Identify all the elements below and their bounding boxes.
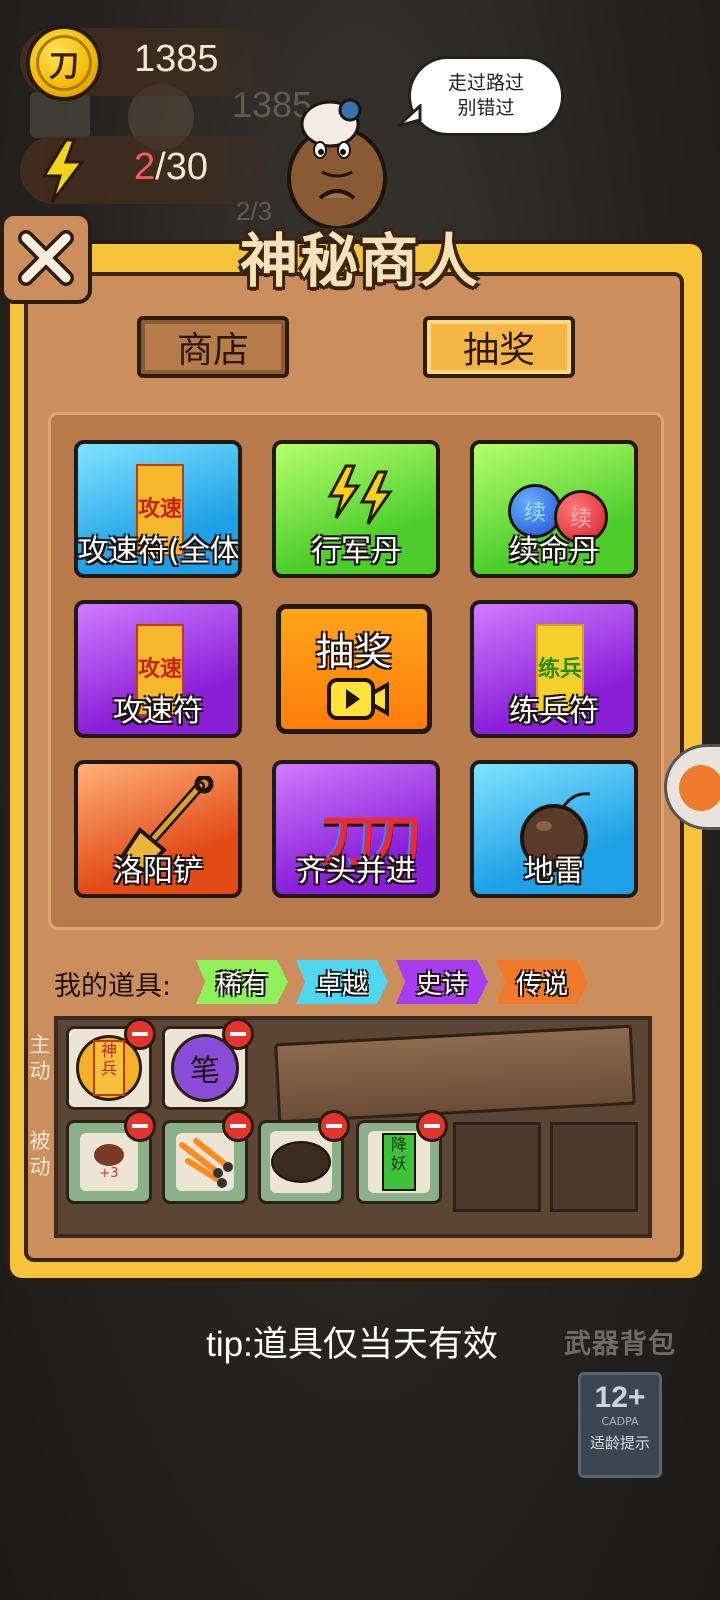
rock-icon [270,1131,332,1193]
energy-current: 2 [134,146,156,188]
age-hint: 适龄提示 [589,1434,650,1452]
remove-active-item-2-button[interactable] [222,1018,254,1050]
remove-passive-item-2-button[interactable] [222,1110,254,1142]
item-card-landmine[interactable]: 地雷 [470,760,638,898]
item-label: 行军丹 [311,534,401,569]
empty-slot [453,1122,541,1212]
passive-label: 被动 [29,1129,51,1179]
talisman-icon: 降妖 [368,1131,430,1193]
item-card-attack-talisman[interactable]: 攻速 攻速符 [74,600,242,738]
remove-passive-item-1-button[interactable] [124,1110,156,1142]
age-org: CADPA [601,1415,639,1428]
item-label: 续命丹 [509,534,599,569]
item-label: 齐头并进 [296,854,416,889]
meat-icon: +3 [80,1133,138,1191]
item-card-luoyang-shovel[interactable]: 洛阳铲 [74,760,242,898]
merchant-character [287,98,387,228]
coin-icon: 刀 [26,25,102,101]
weapon-bag-button[interactable]: 武器背包 [564,1322,676,1361]
remove-passive-item-4-button[interactable] [416,1110,448,1142]
close-button[interactable] [0,212,92,304]
energy-value: 2/30 [134,146,208,189]
energy-max: /30 [155,146,208,188]
item-card-life-pill[interactable]: 续 续 续命丹 [470,440,638,578]
side-float-icon [679,765,720,811]
speech-bubble: 走过路过 别错过 [408,56,564,136]
speech-line-2: 别错过 [457,97,515,119]
item-card-advance-together[interactable]: 刀刀 齐头并进 [272,760,440,898]
rarity-tab-rare[interactable]: 稀有 [196,960,288,1004]
rarity-tab-legendary[interactable]: 传说 [496,960,588,1004]
age-rating: 12+ [594,1381,646,1414]
video-icon [327,678,389,720]
lightning-icon [41,138,85,203]
my-items-title: 我的道具: [54,971,172,1002]
close-icon [18,230,74,286]
item-label: 洛阳铲 [113,854,203,889]
item-label: 攻速符 [113,694,203,729]
active-label: 主动 [29,1033,51,1083]
item-card-training-talisman[interactable]: 练兵 练兵符 [470,600,638,738]
empty-slot [550,1122,638,1212]
lottery-video-button[interactable]: 抽奖 [276,604,432,734]
item-label: 地雷 [524,854,584,889]
arrows-icon [176,1133,234,1191]
tab-lottery[interactable]: 抽奖 [423,316,575,378]
lottery-label: 抽奖 [315,630,392,674]
rarity-tab-epic[interactable]: 史诗 [396,960,488,1004]
remove-passive-item-3-button[interactable] [318,1110,350,1142]
panel-title: 神秘商人 [239,227,480,295]
coins-value: 1385 [134,38,219,80]
rarity-tab-excellent[interactable]: 卓越 [296,960,388,1004]
age-rating-badge: 12+ CADPA 适龄提示 [578,1372,662,1478]
tab-shop[interactable]: 商店 [137,316,289,378]
speech-bubble-tail [396,104,422,128]
item-label: 攻速符(全体 [78,534,240,569]
item-card-march-pill[interactable]: 行军丹 [272,440,440,578]
speech-line-1: 走过路过 [447,72,524,94]
item-card-attack-talisman-all[interactable]: 攻速 攻速符(全体 [74,440,242,578]
item-label: 练兵符 [509,694,599,729]
remove-active-item-1-button[interactable] [124,1018,156,1050]
